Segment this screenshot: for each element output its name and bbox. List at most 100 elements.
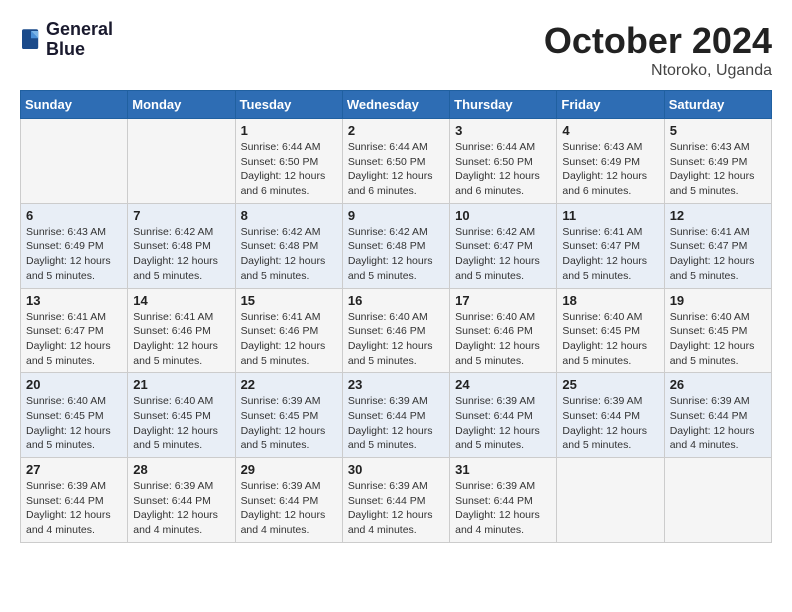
day-info: Sunrise: 6:39 AM Sunset: 6:44 PM Dayligh… <box>241 479 337 538</box>
day-number: 27 <box>26 462 122 477</box>
logo: General Blue <box>20 20 113 60</box>
calendar-cell: 17 Sunrise: 6:40 AM Sunset: 6:46 PM Dayli… <box>450 288 557 373</box>
day-number: 10 <box>455 208 551 223</box>
calendar-week-row: 27 Sunrise: 6:39 AM Sunset: 6:44 PM Dayli… <box>21 458 772 543</box>
day-info: Sunrise: 6:44 AM Sunset: 6:50 PM Dayligh… <box>348 140 444 199</box>
day-number: 25 <box>562 377 658 392</box>
month-title: October 2024 <box>544 20 772 62</box>
calendar-week-row: 13 Sunrise: 6:41 AM Sunset: 6:47 PM Dayli… <box>21 288 772 373</box>
calendar-week-row: 1 Sunrise: 6:44 AM Sunset: 6:50 PM Daylig… <box>21 119 772 204</box>
calendar-cell: 4 Sunrise: 6:43 AM Sunset: 6:49 PM Daylig… <box>557 119 664 204</box>
calendar-cell <box>664 458 771 543</box>
day-header: Friday <box>557 91 664 119</box>
day-number: 17 <box>455 293 551 308</box>
day-number: 13 <box>26 293 122 308</box>
day-info: Sunrise: 6:42 AM Sunset: 6:48 PM Dayligh… <box>348 225 444 284</box>
day-number: 18 <box>562 293 658 308</box>
day-number: 29 <box>241 462 337 477</box>
day-number: 15 <box>241 293 337 308</box>
day-info: Sunrise: 6:41 AM Sunset: 6:47 PM Dayligh… <box>26 310 122 369</box>
calendar-cell: 25 Sunrise: 6:39 AM Sunset: 6:44 PM Dayli… <box>557 373 664 458</box>
day-info: Sunrise: 6:39 AM Sunset: 6:44 PM Dayligh… <box>455 479 551 538</box>
day-number: 21 <box>133 377 229 392</box>
location: Ntoroko, Uganda <box>544 62 772 80</box>
day-info: Sunrise: 6:42 AM Sunset: 6:47 PM Dayligh… <box>455 225 551 284</box>
day-number: 1 <box>241 123 337 138</box>
calendar-cell: 2 Sunrise: 6:44 AM Sunset: 6:50 PM Daylig… <box>342 119 449 204</box>
calendar-cell: 10 Sunrise: 6:42 AM Sunset: 6:47 PM Dayli… <box>450 203 557 288</box>
day-header: Sunday <box>21 91 128 119</box>
calendar-cell: 13 Sunrise: 6:41 AM Sunset: 6:47 PM Dayli… <box>21 288 128 373</box>
title-section: October 2024 Ntoroko, Uganda <box>544 20 772 80</box>
day-info: Sunrise: 6:44 AM Sunset: 6:50 PM Dayligh… <box>455 140 551 199</box>
calendar-cell <box>21 119 128 204</box>
calendar-cell: 20Sunrise: 6:40 AM Sunset: 6:45 PM Dayli… <box>21 373 128 458</box>
day-header: Thursday <box>450 91 557 119</box>
calendar-cell <box>557 458 664 543</box>
calendar-week-row: 20Sunrise: 6:40 AM Sunset: 6:45 PM Dayli… <box>21 373 772 458</box>
day-number: 4 <box>562 123 658 138</box>
logo-line1: General <box>46 20 113 40</box>
day-info: Sunrise: 6:40 AM Sunset: 6:46 PM Dayligh… <box>348 310 444 369</box>
day-number: 5 <box>670 123 766 138</box>
calendar-cell: 5 Sunrise: 6:43 AM Sunset: 6:49 PM Daylig… <box>664 119 771 204</box>
calendar-header-row: SundayMondayTuesdayWednesdayThursdayFrid… <box>21 91 772 119</box>
day-info: Sunrise: 6:42 AM Sunset: 6:48 PM Dayligh… <box>241 225 337 284</box>
calendar-cell: 26Sunrise: 6:39 AM Sunset: 6:44 PM Dayli… <box>664 373 771 458</box>
calendar-cell: 31Sunrise: 6:39 AM Sunset: 6:44 PM Dayli… <box>450 458 557 543</box>
day-info: Sunrise: 6:39 AM Sunset: 6:44 PM Dayligh… <box>348 394 444 453</box>
day-number: 3 <box>455 123 551 138</box>
logo-line2: Blue <box>46 40 113 60</box>
calendar-cell: 7Sunrise: 6:42 AM Sunset: 6:48 PM Daylig… <box>128 203 235 288</box>
calendar-cell: 18 Sunrise: 6:40 AM Sunset: 6:45 PM Dayli… <box>557 288 664 373</box>
day-info: Sunrise: 6:39 AM Sunset: 6:44 PM Dayligh… <box>455 394 551 453</box>
day-header: Tuesday <box>235 91 342 119</box>
day-info: Sunrise: 6:40 AM Sunset: 6:46 PM Dayligh… <box>455 310 551 369</box>
calendar-cell: 22 Sunrise: 6:39 AM Sunset: 6:45 PM Dayli… <box>235 373 342 458</box>
calendar-cell: 11Sunrise: 6:41 AM Sunset: 6:47 PM Dayli… <box>557 203 664 288</box>
day-info: Sunrise: 6:43 AM Sunset: 6:49 PM Dayligh… <box>26 225 122 284</box>
day-info: Sunrise: 6:39 AM Sunset: 6:44 PM Dayligh… <box>562 394 658 453</box>
day-info: Sunrise: 6:42 AM Sunset: 6:48 PM Dayligh… <box>133 225 229 284</box>
calendar-cell: 27Sunrise: 6:39 AM Sunset: 6:44 PM Dayli… <box>21 458 128 543</box>
calendar-cell: 14 Sunrise: 6:41 AM Sunset: 6:46 PM Dayli… <box>128 288 235 373</box>
logo-text: General Blue <box>46 20 113 60</box>
day-info: Sunrise: 6:41 AM Sunset: 6:46 PM Dayligh… <box>133 310 229 369</box>
day-info: Sunrise: 6:40 AM Sunset: 6:45 PM Dayligh… <box>562 310 658 369</box>
day-number: 2 <box>348 123 444 138</box>
calendar-cell: 28Sunrise: 6:39 AM Sunset: 6:44 PM Dayli… <box>128 458 235 543</box>
day-number: 16 <box>348 293 444 308</box>
day-info: Sunrise: 6:41 AM Sunset: 6:47 PM Dayligh… <box>670 225 766 284</box>
calendar-cell: 6 Sunrise: 6:43 AM Sunset: 6:49 PM Daylig… <box>21 203 128 288</box>
calendar-cell: 12Sunrise: 6:41 AM Sunset: 6:47 PM Dayli… <box>664 203 771 288</box>
calendar-cell: 1 Sunrise: 6:44 AM Sunset: 6:50 PM Daylig… <box>235 119 342 204</box>
calendar-cell: 19Sunrise: 6:40 AM Sunset: 6:45 PM Dayli… <box>664 288 771 373</box>
day-info: Sunrise: 6:43 AM Sunset: 6:49 PM Dayligh… <box>670 140 766 199</box>
calendar-cell: 9 Sunrise: 6:42 AM Sunset: 6:48 PM Daylig… <box>342 203 449 288</box>
calendar-cell: 16 Sunrise: 6:40 AM Sunset: 6:46 PM Dayli… <box>342 288 449 373</box>
day-info: Sunrise: 6:40 AM Sunset: 6:45 PM Dayligh… <box>670 310 766 369</box>
calendar-cell: 21 Sunrise: 6:40 AM Sunset: 6:45 PM Dayli… <box>128 373 235 458</box>
logo-icon <box>22 29 40 51</box>
day-number: 6 <box>26 208 122 223</box>
day-header: Saturday <box>664 91 771 119</box>
calendar-cell: 15Sunrise: 6:41 AM Sunset: 6:46 PM Dayli… <box>235 288 342 373</box>
day-info: Sunrise: 6:41 AM Sunset: 6:47 PM Dayligh… <box>562 225 658 284</box>
day-number: 26 <box>670 377 766 392</box>
day-number: 24 <box>455 377 551 392</box>
day-number: 9 <box>348 208 444 223</box>
page-header: General Blue October 2024 Ntoroko, Ugand… <box>20 20 772 80</box>
calendar-cell: 23Sunrise: 6:39 AM Sunset: 6:44 PM Dayli… <box>342 373 449 458</box>
day-number: 14 <box>133 293 229 308</box>
calendar-cell: 29 Sunrise: 6:39 AM Sunset: 6:44 PM Dayli… <box>235 458 342 543</box>
calendar-cell: 24 Sunrise: 6:39 AM Sunset: 6:44 PM Dayli… <box>450 373 557 458</box>
day-header: Wednesday <box>342 91 449 119</box>
day-info: Sunrise: 6:39 AM Sunset: 6:45 PM Dayligh… <box>241 394 337 453</box>
day-info: Sunrise: 6:43 AM Sunset: 6:49 PM Dayligh… <box>562 140 658 199</box>
calendar-table: SundayMondayTuesdayWednesdayThursdayFrid… <box>20 90 772 543</box>
day-info: Sunrise: 6:44 AM Sunset: 6:50 PM Dayligh… <box>241 140 337 199</box>
day-header: Monday <box>128 91 235 119</box>
calendar-cell <box>128 119 235 204</box>
day-number: 22 <box>241 377 337 392</box>
day-info: Sunrise: 6:40 AM Sunset: 6:45 PM Dayligh… <box>133 394 229 453</box>
